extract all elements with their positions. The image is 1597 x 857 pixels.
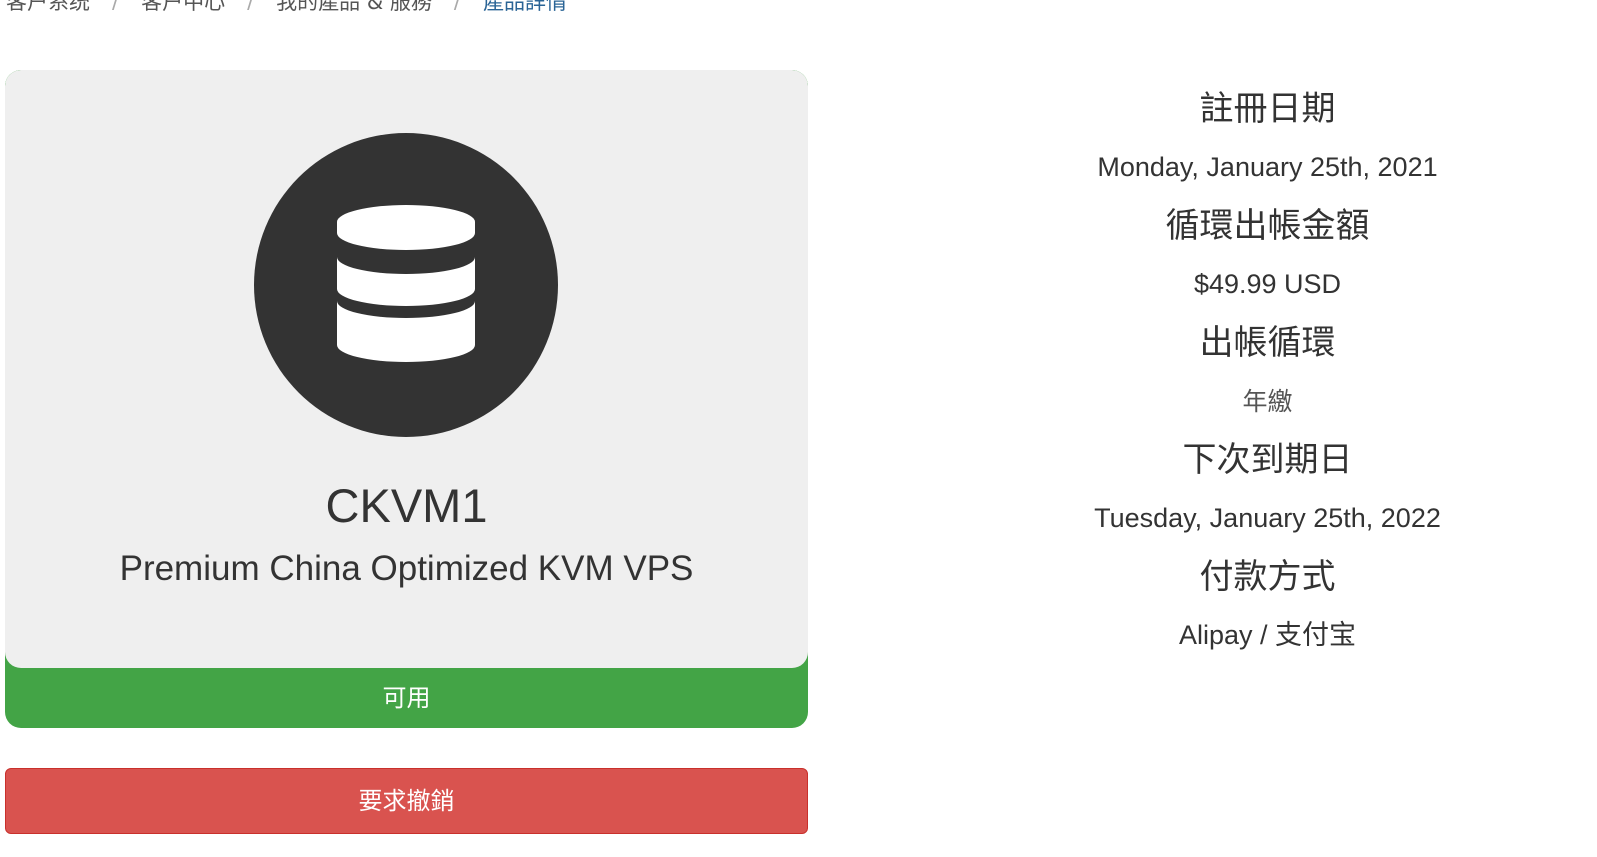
breadcrumb: 客户系统 / 客户中心 / 我的產品 & 服務 / 產品詳情 xyxy=(6,0,567,16)
breadcrumb-separator: / xyxy=(453,0,461,13)
recurring-amount-label: 循環出帳金額 xyxy=(1165,206,1370,246)
payment-method-label: 付款方式 xyxy=(1199,557,1336,597)
next-due-date-value: Tuesday, January 25th, 2022 xyxy=(1094,503,1441,533)
breadcrumb-separator: / xyxy=(112,0,120,13)
breadcrumb-item-my-services[interactable]: 我的產品 & 服務 xyxy=(276,0,432,16)
breadcrumb-item-client-center[interactable]: 客户中心 xyxy=(141,0,225,16)
product-card-body: CKVM1 Premium China Optimized KVM VPS xyxy=(5,70,808,668)
breadcrumb-item-client-area[interactable]: 客户系统 xyxy=(6,0,90,16)
breadcrumb-item-product-details: 產品詳情 xyxy=(482,0,567,14)
billing-cycle-value: 年繳 xyxy=(1242,387,1293,416)
product-card: CKVM1 Premium China Optimized KVM VPS 可用 xyxy=(5,70,808,728)
registration-date-label: 註冊日期 xyxy=(1199,89,1336,129)
request-cancellation-button[interactable]: 要求撤銷 xyxy=(5,768,808,834)
registration-date-value: Monday, January 25th, 2021 xyxy=(1097,152,1438,182)
database-icon xyxy=(254,133,558,437)
payment-method-value: Alipay / 支付宝 xyxy=(1178,620,1357,650)
breadcrumb-separator: / xyxy=(247,0,255,13)
service-details: 註冊日期 Monday, January 25th, 2021 循環出帳金額 $… xyxy=(1000,80,1535,665)
product-name: CKVM1 xyxy=(325,479,488,532)
next-due-date-label: 下次到期日 xyxy=(1182,440,1353,480)
status-badge: 可用 xyxy=(382,684,431,712)
recurring-amount-value: $49.99 USD xyxy=(1193,269,1342,299)
billing-cycle-label: 出帳循環 xyxy=(1199,323,1336,363)
product-group: Premium China Optimized KVM VPS xyxy=(119,549,694,588)
